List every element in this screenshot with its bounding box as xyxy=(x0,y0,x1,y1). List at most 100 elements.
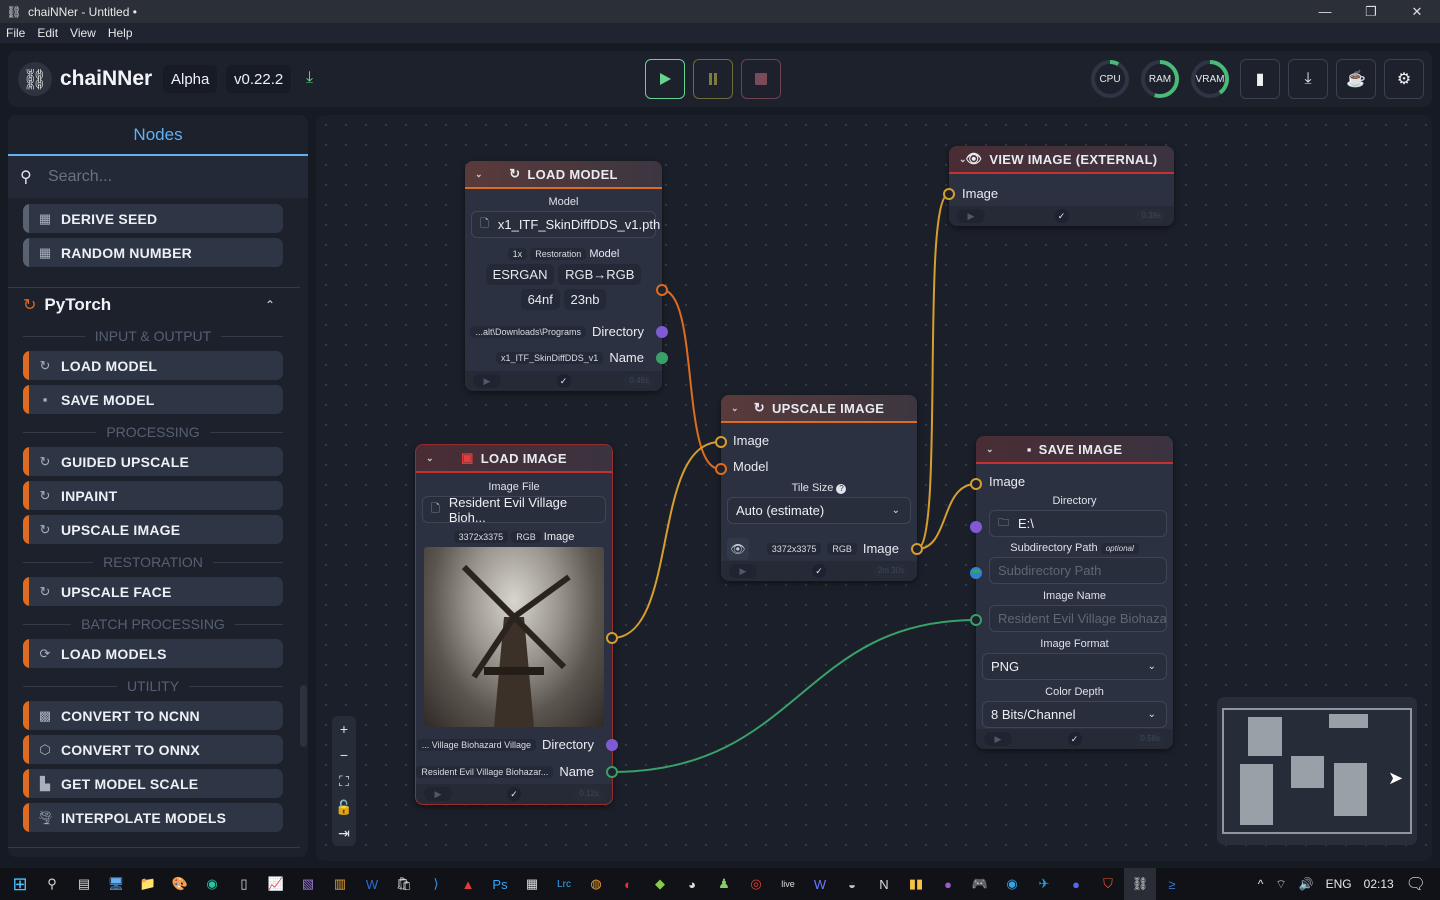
collapse-chevron-icon[interactable]: ⌄ xyxy=(731,403,739,414)
volume-icon[interactable]: 🔊 xyxy=(1299,877,1314,891)
bluestacks-icon[interactable]: ◆ xyxy=(644,868,676,900)
minimize-button[interactable]: — xyxy=(1302,0,1348,23)
sidebar-item-load-model[interactable]: ↻ LOAD MODEL xyxy=(23,351,283,380)
run-node-icon[interactable]: ▶ xyxy=(729,564,757,578)
lightroom-icon[interactable]: Lrc xyxy=(548,868,580,900)
wifi-icon[interactable]: ⌔ xyxy=(1275,877,1286,892)
export-icon[interactable]: ⇥ xyxy=(332,820,356,846)
powershell-icon[interactable]: ≥ xyxy=(1156,868,1188,900)
settings-button[interactable]: ⚙ xyxy=(1384,59,1424,99)
node-upscale-image[interactable]: ⌄ ↻ UPSCALE IMAGE Image Model Tile Size … xyxy=(721,395,917,581)
run-node-icon[interactable]: ▶ xyxy=(424,787,452,801)
search-input[interactable] xyxy=(48,168,278,186)
app-icon[interactable]: ♟ xyxy=(708,868,740,900)
discord-icon[interactable]: ● xyxy=(1060,868,1092,900)
pause-button[interactable] xyxy=(693,59,733,99)
sidebar-item-convert-ncnn[interactable]: ▩ CONVERT TO NCNN xyxy=(23,701,283,730)
task-view-icon[interactable]: ▤ xyxy=(68,868,100,900)
name-output-handle[interactable] xyxy=(656,352,668,364)
app-icon[interactable]: ◐ xyxy=(612,868,644,900)
image-output-handle[interactable] xyxy=(606,632,618,644)
app-icon[interactable]: ◉ xyxy=(996,868,1028,900)
search-icon[interactable]: ⚲ xyxy=(36,868,68,900)
paint-icon[interactable]: 🎨 xyxy=(164,868,196,900)
word-icon[interactable]: W xyxy=(356,868,388,900)
app-icon[interactable]: W xyxy=(804,868,836,900)
clock[interactable]: 02:13 xyxy=(1364,877,1394,891)
notepad-icon[interactable]: ▯ xyxy=(228,868,260,900)
sidebar-item-inpaint[interactable]: ↻ INPAINT xyxy=(23,481,283,510)
file-explorer-icon[interactable]: 📁 xyxy=(132,868,164,900)
menu-view[interactable]: View xyxy=(64,26,102,40)
image-input-handle[interactable] xyxy=(943,188,955,200)
subdir-input[interactable]: Subdirectory Path xyxy=(989,557,1167,584)
color-depth-select[interactable]: 8 Bits/Channel ⌄ xyxy=(982,701,1167,728)
node-save-image[interactable]: ⌄ ▪ SAVE IMAGE Image Directory 🗀 E:\ Subd… xyxy=(976,436,1173,749)
chrome-icon[interactable]: ◎ xyxy=(740,868,772,900)
run-node-icon[interactable]: ▶ xyxy=(473,374,501,388)
language-indicator[interactable]: ENG xyxy=(1326,877,1352,891)
image-output-handle[interactable] xyxy=(911,543,923,555)
close-button[interactable]: ✕ xyxy=(1394,0,1440,23)
node-load-model[interactable]: ⌄ ↻ LOAD MODEL Model 🗋 x1_ITF_SkinDiffDDS… xyxy=(465,161,662,391)
menu-help[interactable]: Help xyxy=(102,26,139,40)
app-icon[interactable]: ▮▮ xyxy=(900,868,932,900)
sidebar-item-upscale-image[interactable]: ↻ UPSCALE IMAGE xyxy=(23,515,283,544)
collapse-chevron-icon[interactable]: ⌄ xyxy=(475,169,483,180)
sidebar-item-guided-upscale[interactable]: ↻ GUIDED UPSCALE xyxy=(23,447,283,476)
model-output-handle[interactable] xyxy=(656,284,668,296)
lock-icon[interactable]: 🔓 xyxy=(332,794,356,820)
category-pytorch[interactable]: ↻ PyTorch ⌃ xyxy=(23,293,283,317)
vscode-icon[interactable]: ⟩ xyxy=(420,868,452,900)
directory-output-handle[interactable] xyxy=(656,326,668,338)
sidebar-item-interpolate-models[interactable]: 🌪 INTERPOLATE MODELS xyxy=(23,803,283,832)
dependency-download-button[interactable]: ⤓ xyxy=(1288,59,1328,99)
kofi-button[interactable]: ☕ xyxy=(1336,59,1376,99)
sidebar-item-convert-onnx[interactable]: ⬡ CONVERT TO ONNX xyxy=(23,735,283,764)
help-icon[interactable]: ? xyxy=(836,484,847,494)
directory-output-handle[interactable] xyxy=(606,739,618,751)
tab-nodes[interactable]: Nodes xyxy=(8,115,308,156)
run-node-icon[interactable]: ▶ xyxy=(957,209,985,223)
calculator-icon[interactable]: ▦ xyxy=(516,868,548,900)
menu-edit[interactable]: Edit xyxy=(31,26,64,40)
notification-icon[interactable]: 🗨 xyxy=(1406,874,1426,894)
image-format-select[interactable]: PNG ⌄ xyxy=(982,653,1167,680)
tile-size-select[interactable]: Auto (estimate) ⌄ xyxy=(727,497,911,524)
gimp-icon[interactable]: ◕ xyxy=(676,868,708,900)
node-load-image[interactable]: ⌄ ▣ LOAD IMAGE Image File 🗋 Resident Evil… xyxy=(415,444,613,805)
directory-input-handle[interactable] xyxy=(970,521,982,533)
steam-icon[interactable]: ◒ xyxy=(836,868,868,900)
gamepad-icon[interactable]: 🎮 xyxy=(964,868,996,900)
app-icon[interactable]: ◍ xyxy=(580,868,612,900)
collapse-chevron-icon[interactable]: ⌄ xyxy=(986,444,994,455)
model-input-handle[interactable] xyxy=(715,463,727,475)
directory-input[interactable]: 🗀 E:\ xyxy=(989,510,1167,537)
live-icon[interactable]: live xyxy=(772,868,804,900)
brave-icon[interactable]: ⛉ xyxy=(1092,868,1124,900)
preview-eye-icon[interactable]: 👁 xyxy=(727,538,749,560)
collapse-chevron-icon[interactable]: ⌄ xyxy=(426,453,434,464)
sidebar-item-get-model-scale[interactable]: ▙ GET MODEL SCALE xyxy=(23,769,283,798)
sidebar-item-save-model[interactable]: ▪ SAVE MODEL xyxy=(23,385,283,414)
subdir-input-handle[interactable] xyxy=(970,567,982,579)
sidebar-item-upscale-face[interactable]: ↻ UPSCALE FACE xyxy=(23,577,283,606)
image-input-handle[interactable] xyxy=(715,436,727,448)
sidebar-item-random-number[interactable]: ▦ RANDOM NUMBER xyxy=(23,238,283,267)
image-name-input[interactable]: Resident Evil Village Biohaza xyxy=(989,605,1167,632)
run-node-icon[interactable]: ▶ xyxy=(984,732,1012,746)
pc-icon[interactable]: 🖥 xyxy=(100,868,132,900)
image-file-input[interactable]: 🗋 Resident Evil Village Bioh... xyxy=(422,495,606,525)
name-output-handle[interactable] xyxy=(606,766,618,778)
run-button[interactable] xyxy=(645,59,685,99)
menu-file[interactable]: File xyxy=(0,26,31,40)
edge-icon[interactable]: ◉ xyxy=(196,868,228,900)
tray-chevron-icon[interactable]: ^ xyxy=(1258,877,1264,891)
film-icon[interactable]: ▥ xyxy=(324,868,356,900)
zoom-out-icon[interactable]: − xyxy=(332,742,356,768)
restore-button[interactable]: ❐ xyxy=(1348,0,1394,23)
app-icon[interactable]: ▧ xyxy=(292,868,324,900)
fit-view-icon[interactable]: ⛶ xyxy=(332,768,356,794)
photoshop-icon[interactable]: Ps xyxy=(484,868,516,900)
start-icon[interactable]: ⊞ xyxy=(4,868,36,900)
